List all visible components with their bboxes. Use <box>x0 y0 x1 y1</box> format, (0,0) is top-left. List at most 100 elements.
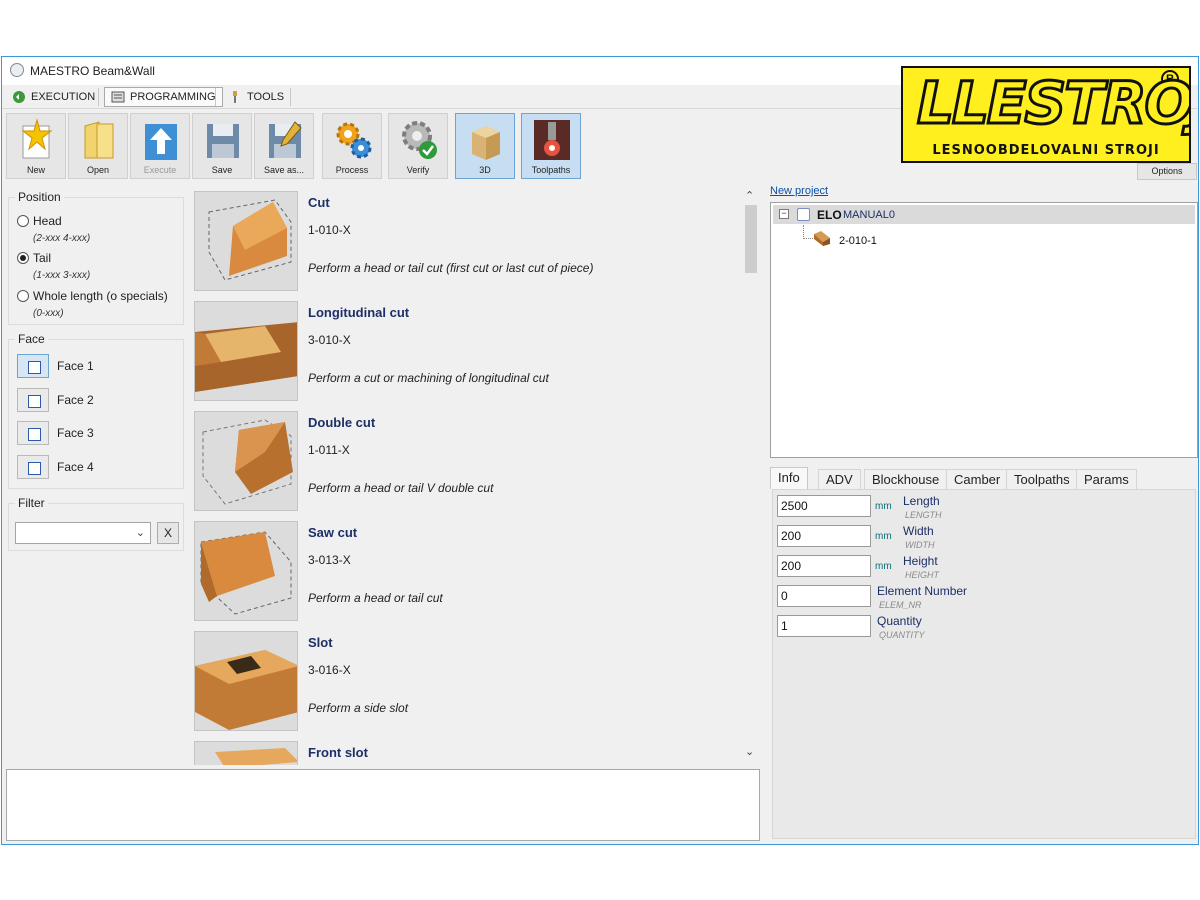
scroll-up-icon[interactable]: ⌃ <box>745 189 754 202</box>
macro-item-longitudinal-cut[interactable]: Longitudinal cut 3-010-X Perform a cut o… <box>192 295 744 401</box>
macro-code: 1-011-X <box>308 443 350 457</box>
mode-tab-execution[interactable]: EXECUTION <box>6 87 101 107</box>
gear-check-icon <box>402 121 437 159</box>
open-button[interactable]: Open <box>68 113 128 179</box>
project-tree[interactable]: − ELO MANUAL0 2-010-1 <box>770 202 1198 458</box>
tab-info[interactable]: Info <box>770 467 808 489</box>
filter-dropdown[interactable]: ⌄ <box>15 522 151 544</box>
mode-tab-programming[interactable]: PROGRAMMING <box>104 87 223 107</box>
floppy-disk-icon <box>207 124 239 158</box>
macro-thumbnail <box>194 411 298 511</box>
scrollbar-thumb[interactable] <box>745 205 757 273</box>
length-sublabel: LENGTH <box>905 510 942 520</box>
scroll-down-icon[interactable]: ⌄ <box>745 745 754 758</box>
floppy-pencil-icon <box>269 121 302 158</box>
face-group-title: Face <box>15 332 48 346</box>
macro-name: Slot <box>308 635 333 650</box>
position-whole-length-radio[interactable]: Whole length (o specials) <box>17 289 168 303</box>
height-unit: mm <box>875 561 892 572</box>
folder-icon <box>84 121 114 159</box>
macro-item-double-cut[interactable]: Double cut 1-011-X Perform a head or tai… <box>192 405 744 511</box>
position-tail-hint: (1-xxx 3-xxx) <box>33 270 91 281</box>
chevron-down-icon: ⌄ <box>135 527 145 539</box>
macro-item-front-slot[interactable]: Front slot <box>192 735 744 765</box>
radio-indicator[interactable] <box>17 290 29 302</box>
macro-code: 1-010-X <box>308 223 351 237</box>
face-4-icon <box>17 455 49 479</box>
message-console[interactable] <box>6 769 760 841</box>
tab-params[interactable]: Params <box>1076 469 1137 489</box>
width-field[interactable]: 200 <box>777 525 871 547</box>
macro-code: 3-010-X <box>308 333 351 347</box>
length-label: Length <box>903 494 940 508</box>
new-button[interactable]: New <box>6 113 66 179</box>
macro-item-saw-cut[interactable]: Saw cut 3-013-X Perform a head or tail c… <box>192 515 744 621</box>
macro-item-cut[interactable]: Cut 1-010-X Perform a head or tail cut (… <box>192 185 744 291</box>
face-3-button[interactable]: Face 3 <box>17 421 94 445</box>
quantity-sublabel: QUANTITY <box>879 630 925 640</box>
face-4-button[interactable]: Face 4 <box>17 455 94 479</box>
view-3d-button[interactable]: 3D <box>455 113 515 179</box>
options-button[interactable]: Options <box>1137 163 1197 180</box>
logo-wordmark: LLESTROJ <box>915 69 1191 137</box>
save-as-button[interactable]: Save as... <box>254 113 314 179</box>
tree-root-checkbox[interactable] <box>797 208 810 221</box>
tab-camber[interactable]: Camber <box>946 469 1009 489</box>
macro-description: Perform a head or tail V double cut <box>308 481 494 495</box>
collapse-icon[interactable]: − <box>779 209 789 219</box>
property-tabs: Info ADV Blockhouse Camber Toolpaths Par… <box>770 467 1198 489</box>
face-1-button[interactable]: Face 1 <box>17 354 94 378</box>
height-field[interactable]: 200 <box>777 555 871 577</box>
position-tail-radio[interactable]: Tail <box>17 251 51 265</box>
macro-thumbnail <box>194 191 298 291</box>
info-panel: 2500 mm Length LENGTH 200 mm Width WIDTH… <box>772 489 1196 839</box>
tree-child-item[interactable]: 2-010-1 <box>839 235 877 247</box>
macro-description: Perform a head or tail cut (first cut or… <box>308 261 594 275</box>
element-number-field[interactable]: 0 <box>777 585 871 607</box>
tab-toolpaths[interactable]: Toolpaths <box>1006 469 1078 489</box>
macro-name: Saw cut <box>308 525 358 540</box>
macro-thumbnail <box>194 631 298 731</box>
macro-list-scrollbar[interactable]: ⌃ ⌄ <box>742 185 760 769</box>
tools-icon <box>233 91 237 103</box>
mode-tab-tools[interactable]: TOOLS <box>222 87 290 107</box>
position-head-hint: (2-xxx 4-xxx) <box>33 233 91 244</box>
gears-icon <box>336 122 372 159</box>
filter-clear-button[interactable]: X <box>157 522 179 544</box>
mode-tab-label: PROGRAMMING <box>130 91 216 103</box>
process-button[interactable]: Process <box>322 113 382 179</box>
position-group: Position Head (2-xxx 4-xxx) Tail (1-xxx … <box>8 190 184 325</box>
mode-tab-label: EXECUTION <box>31 91 96 103</box>
execution-icon <box>13 91 25 103</box>
company-logo: R LLESTROJ LESNOOBDELOVALNI STROJI <box>901 66 1191 163</box>
toolpaths-button[interactable]: Toolpaths <box>521 113 581 179</box>
macro-item-slot[interactable]: Slot 3-016-X Perform a side slot <box>192 625 744 731</box>
radio-indicator[interactable] <box>17 215 29 227</box>
app-window: MAESTRO Beam&Wall EXECUTION PROGRAMMING … <box>1 56 1199 845</box>
width-sublabel: WIDTH <box>905 540 935 550</box>
radio-indicator[interactable] <box>17 252 29 264</box>
save-button[interactable]: Save <box>192 113 252 179</box>
quantity-label: Quantity <box>877 614 922 628</box>
filter-group-title: Filter <box>15 496 48 510</box>
macro-name: Front slot <box>308 745 368 760</box>
new-project-link[interactable]: New project <box>770 185 828 197</box>
length-field[interactable]: 2500 <box>777 495 871 517</box>
execute-button[interactable]: Execute <box>130 113 190 179</box>
macro-name: Longitudinal cut <box>308 305 410 320</box>
macro-list: Cut 1-010-X Perform a head or tail cut (… <box>192 185 762 765</box>
macro-name: Cut <box>308 195 330 210</box>
position-whole-length-hint: (0-xxx) <box>33 308 64 319</box>
element-number-label: Element Number <box>877 584 968 598</box>
tree-root-code: ELO <box>817 208 842 222</box>
tab-adv[interactable]: ADV <box>818 469 861 489</box>
position-head-radio[interactable]: Head <box>17 214 62 228</box>
length-unit: mm <box>875 501 892 512</box>
app-icon <box>10 63 24 77</box>
verify-button[interactable]: Verify <box>388 113 448 179</box>
quantity-field[interactable]: 1 <box>777 615 871 637</box>
tree-root-row[interactable]: − ELO MANUAL0 <box>773 205 1195 224</box>
face-2-button[interactable]: Face 2 <box>17 388 94 412</box>
macro-description: Perform a side slot <box>308 701 409 715</box>
tab-blockhouse[interactable]: Blockhouse <box>864 469 948 489</box>
